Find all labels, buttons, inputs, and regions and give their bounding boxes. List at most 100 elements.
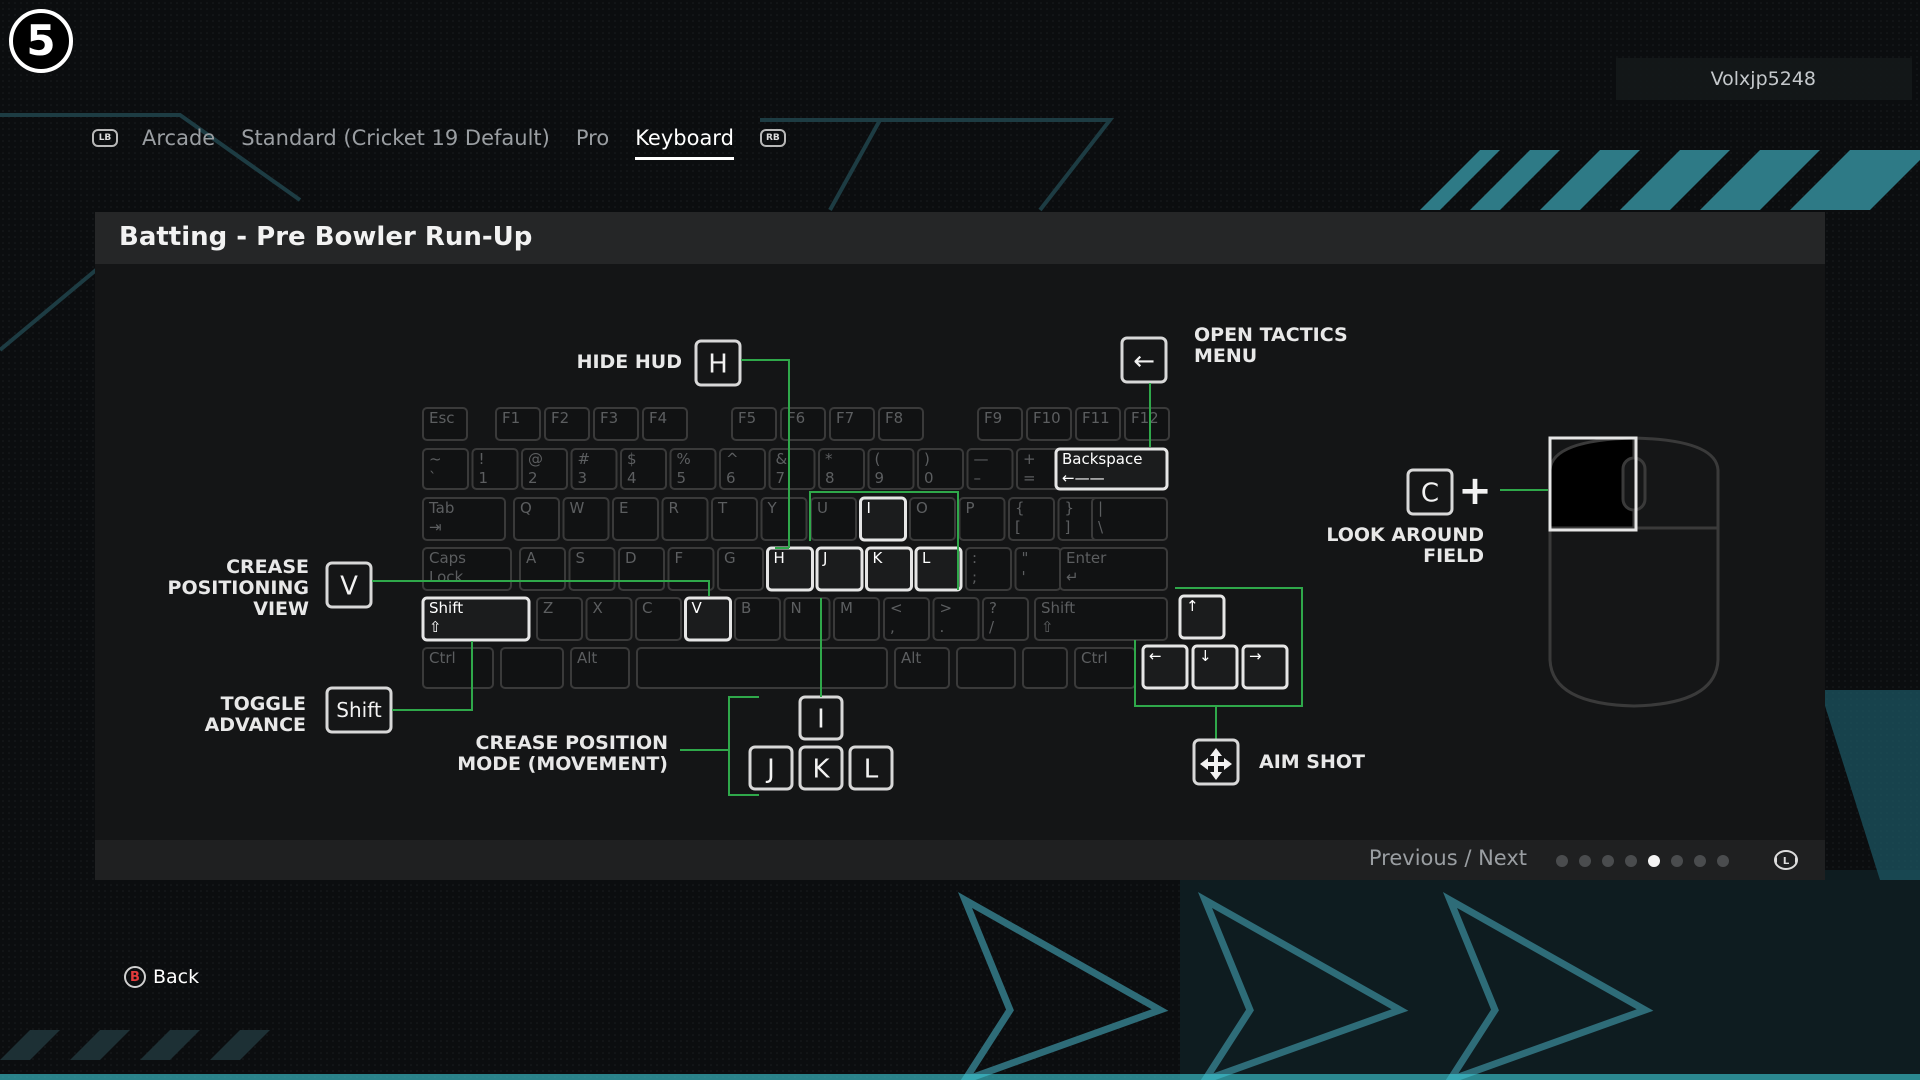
key-caps-lock-label-lower: Lock	[429, 568, 464, 586]
toggle-advance-label: ADVANCE	[205, 714, 306, 736]
key-o-label: O	[916, 499, 928, 517]
key-punct: ?/	[982, 597, 1029, 641]
key-f1: F1	[495, 407, 541, 441]
look-around-key: C	[1406, 468, 1454, 516]
key-num-label-lower: –	[974, 469, 982, 487]
crease-move-key-i-label: I	[817, 704, 825, 734]
key-t: T	[711, 497, 758, 541]
key-f8: F8	[878, 407, 924, 441]
crease-move-key-k-label: K	[812, 754, 830, 784]
mouse-left-button	[1548, 436, 1636, 530]
key-num-label: )	[924, 450, 930, 468]
key-v: V	[684, 596, 732, 642]
key-ctrl-right: Ctrl	[1074, 647, 1136, 689]
crease-move-key-l-label: L	[864, 754, 879, 784]
key-f11: F11	[1075, 407, 1121, 441]
key-num: (9	[867, 448, 915, 490]
key-f4-label: F4	[649, 409, 667, 427]
key-tab-label-lower: ⇥	[429, 518, 442, 536]
key-num-label-lower: 6	[726, 469, 736, 487]
key-f3: F3	[593, 407, 639, 441]
key-ctrl-right-label: Ctrl	[1081, 649, 1108, 667]
key-i: I	[859, 496, 907, 542]
key-num-label: &	[776, 450, 788, 468]
key-f4: F4	[642, 407, 688, 441]
key-num: ~`	[422, 448, 469, 490]
key-a-label: A	[526, 549, 537, 567]
key-y-label: Y	[767, 499, 778, 517]
key-v-label: V	[692, 599, 703, 617]
key-s: S	[568, 547, 616, 591]
key-num-label: ~	[429, 450, 442, 468]
key-num-label: %	[677, 450, 691, 468]
crease-view-label: CREASE	[226, 556, 309, 578]
key-d-label: D	[625, 549, 637, 567]
key-ctrl-left-label: Ctrl	[429, 649, 456, 667]
key-num-label: $	[627, 450, 637, 468]
key-win-left	[500, 647, 564, 689]
key-num: )0	[917, 448, 964, 490]
key-num-label-lower: 1	[479, 469, 489, 487]
key-f11-label: F11	[1082, 409, 1110, 427]
key-x: X	[585, 597, 633, 641]
key-arrow-right: →	[1241, 644, 1289, 690]
key-punct-label-lower: ,	[890, 618, 895, 636]
key-shift-right-label: Shift	[1041, 599, 1075, 617]
key-num-label: !	[479, 450, 485, 468]
back-button[interactable]: B Back	[124, 966, 199, 988]
key-alt-right-label: Alt	[901, 649, 921, 667]
key-b: B	[734, 597, 781, 641]
key-l-label: L	[922, 549, 931, 567]
key-backslash-cap	[1091, 497, 1168, 541]
key-h-label: H	[774, 549, 785, 567]
key-bracket-label-lower: ]	[1065, 518, 1071, 536]
key-num-label-lower: 9	[875, 469, 885, 487]
key-shift-left-label-lower: ⇧	[429, 618, 442, 636]
key-k: K	[865, 546, 913, 592]
key-q: Q	[513, 497, 560, 541]
key-s-label: S	[576, 549, 586, 567]
key-arrow-up-label: ↑	[1186, 597, 1199, 615]
key-num-label-lower: 7	[776, 469, 786, 487]
open-tactics-key-label: ←	[1133, 346, 1155, 376]
key-u: U	[810, 497, 857, 541]
key-backslash-label: |	[1098, 499, 1103, 517]
key-f5: F5	[731, 407, 777, 441]
key-m: M	[833, 597, 880, 641]
key-f-label: F	[675, 549, 684, 567]
hide-hud-key: H	[694, 339, 742, 387]
key-punct-label: >	[940, 599, 953, 617]
key-l: L	[914, 546, 963, 592]
key-bracket-label: {	[1015, 499, 1025, 517]
key-f1-label: F1	[502, 409, 520, 427]
look-around-key-label: C	[1421, 478, 1439, 508]
key-space-cap	[636, 647, 888, 689]
key-enter-label: Enter	[1066, 549, 1107, 567]
key-f6: F6	[780, 407, 826, 441]
key-h: H	[766, 546, 814, 592]
key-backspace: Backspace←——	[1054, 447, 1169, 491]
key-num: —–	[966, 448, 1014, 490]
key-menu-cap	[1022, 647, 1068, 689]
key-num: &7	[768, 448, 816, 490]
key-r-label: R	[669, 499, 679, 517]
key-a: A	[519, 547, 566, 591]
key-f9-label: F9	[984, 409, 1002, 427]
key-shift-right: Shift⇧	[1034, 597, 1168, 641]
key-alt-right: Alt	[894, 647, 950, 689]
key-punct-label-lower: '	[1022, 568, 1026, 586]
key-punct-label: :	[972, 549, 977, 567]
key-z: Z	[536, 597, 583, 641]
key-bracket-label-lower: [	[1015, 518, 1021, 536]
key-y: Y	[760, 497, 808, 541]
key-arrow-down-label: ↓	[1199, 647, 1212, 665]
key-punct: :;	[965, 547, 1012, 591]
aim-shot-label: AIM SHOT	[1259, 751, 1365, 773]
key-u-label: U	[817, 499, 828, 517]
key-punct-label: <	[890, 599, 903, 617]
key-num-label-lower: =	[1023, 469, 1036, 487]
key-q-label: Q	[520, 499, 532, 517]
key-f9: F9	[977, 407, 1023, 441]
key-bracket: {[	[1008, 497, 1055, 541]
toggle-advance-key: Shift	[325, 686, 393, 734]
